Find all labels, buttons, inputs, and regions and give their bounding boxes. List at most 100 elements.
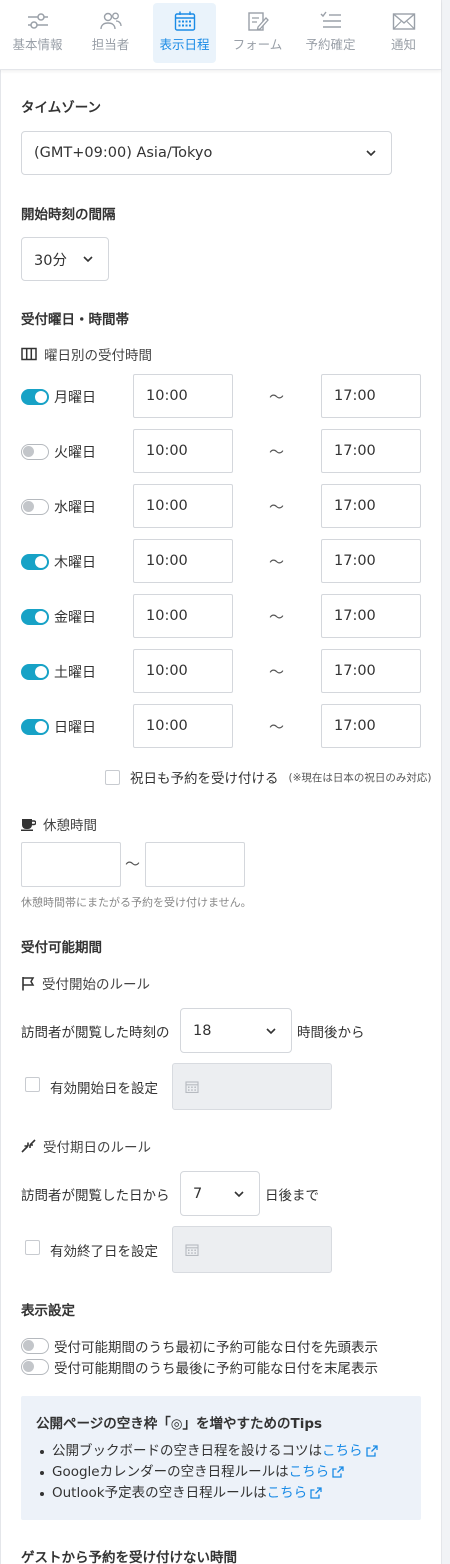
day-label: 水曜日 xyxy=(54,500,96,516)
start-time-input[interactable]: 10:00 xyxy=(133,429,233,473)
tab-notification[interactable]: 通知 xyxy=(372,3,435,63)
display-toggle[interactable] xyxy=(21,1359,49,1375)
start-hours-value: 18 xyxy=(193,1022,212,1039)
range-separator: 〜 xyxy=(269,608,285,626)
start-time-input[interactable]: 10:00 xyxy=(133,484,233,528)
range-separator: 〜 xyxy=(269,663,285,681)
form-edit-icon xyxy=(247,12,269,31)
range-separator: 〜 xyxy=(269,553,285,571)
day-toggle[interactable] xyxy=(21,664,49,680)
start-time-input[interactable]: 10:00 xyxy=(133,704,233,748)
end-days-select[interactable]: 7 xyxy=(180,1171,260,1216)
scrollbar-track[interactable] xyxy=(441,0,450,1564)
guest-block-title: ゲストから予約を受け付けない時間 xyxy=(21,1550,237,1564)
start-time-input[interactable]: 10:00 xyxy=(133,539,233,583)
timezone-title: タイムゾーン xyxy=(21,100,102,116)
end-time-input[interactable]: 17:00 xyxy=(321,429,421,473)
interval-select[interactable]: 30分 xyxy=(21,237,109,281)
tips-item: Googleカレンダーの空き日程ルールはこちら xyxy=(38,1462,378,1483)
tab-schedule[interactable]: 表示日程 xyxy=(153,3,216,63)
tab-label: 基本情報 xyxy=(12,37,63,52)
end-time-input[interactable]: 17:00 xyxy=(321,374,421,418)
end-date-picker[interactable] xyxy=(172,1226,332,1273)
tab-bar: 基本情報 担当者 表示日程 フォーム 予約確定 通知 xyxy=(0,0,441,70)
end-prefix: 訪問者が閲覧した日から xyxy=(21,1188,170,1204)
start-date-label: 有効開始日を設定 xyxy=(50,1081,158,1097)
range-separator: 〜 xyxy=(269,498,285,516)
start-date-checkbox[interactable] xyxy=(25,1077,40,1092)
end-time-input[interactable]: 17:00 xyxy=(321,539,421,583)
tips-list: 公開ブックボードの空き日程を設けるコツはこちら Googleカレンダーの空き日程… xyxy=(38,1441,378,1504)
timezone-value: (GMT+09:00) Asia/Tokyo xyxy=(34,145,213,161)
chevron-down-icon xyxy=(234,1190,244,1197)
break-end-input[interactable] xyxy=(145,842,245,887)
flag-icon xyxy=(22,976,35,990)
timezone-select[interactable]: (GMT+09:00) Asia/Tokyo xyxy=(21,131,392,175)
start-time-input[interactable]: 10:00 xyxy=(133,374,233,418)
end-days-value: 7 xyxy=(193,1185,203,1202)
holiday-checkbox[interactable] xyxy=(105,769,120,785)
interval-title: 開始時刻の間隔 xyxy=(21,207,116,223)
end-time-input[interactable]: 17:00 xyxy=(321,649,421,693)
reception-title: 受付曜日・時間帯 xyxy=(21,312,129,328)
chevron-down-icon xyxy=(366,150,376,157)
tips-link[interactable]: こちら xyxy=(322,1443,363,1459)
end-date-label: 有効終了日を設定 xyxy=(50,1244,158,1260)
holiday-option[interactable]: 祝日も予約を受け付ける (※現在は日本の祝日のみ対応) xyxy=(105,767,432,787)
interval-value: 30分 xyxy=(34,252,67,269)
day-label: 木曜日 xyxy=(54,555,96,571)
period-title: 受付可能期間 xyxy=(21,940,102,956)
break-time-title: 休憩時間 xyxy=(21,814,97,834)
day-toggle[interactable] xyxy=(21,499,49,515)
start-time-input[interactable]: 10:00 xyxy=(133,649,233,693)
tips-link[interactable]: こちら xyxy=(289,1464,330,1480)
day-row-wednesday: 水曜日 10:00 〜 17:00 xyxy=(21,484,421,528)
start-time-input[interactable]: 10:00 xyxy=(133,594,233,638)
display-toggle[interactable] xyxy=(21,1338,49,1354)
break-time-label: 休憩時間 xyxy=(43,818,97,834)
end-time-input[interactable]: 17:00 xyxy=(321,484,421,528)
tips-title: 公開ページの空き枠「◎」を増やすためのTips xyxy=(36,1416,323,1432)
day-row-sunday: 日曜日 10:00 〜 17:00 xyxy=(21,704,421,748)
end-time-input[interactable]: 17:00 xyxy=(321,704,421,748)
start-hours-select[interactable]: 18 xyxy=(180,1008,292,1053)
mail-icon xyxy=(392,13,415,30)
chevron-down-icon xyxy=(83,256,93,263)
end-time-input[interactable]: 17:00 xyxy=(321,594,421,638)
day-row-thursday: 木曜日 10:00 〜 17:00 xyxy=(21,539,421,583)
range-separator: 〜 xyxy=(125,855,141,873)
tab-form[interactable]: フォーム xyxy=(226,3,289,63)
day-toggle[interactable] xyxy=(21,389,49,405)
start-rule-label: 受付開始のルール xyxy=(42,977,150,993)
day-toggle[interactable] xyxy=(21,609,49,625)
end-rule-label: 受付期日のルール xyxy=(43,1140,151,1156)
frame-left-border xyxy=(0,0,1,1564)
start-date-picker[interactable] xyxy=(172,1063,332,1110)
day-toggle[interactable] xyxy=(21,719,49,735)
calendar-icon xyxy=(185,1244,199,1256)
tab-assignee[interactable]: 担当者 xyxy=(79,3,142,63)
end-suffix: 日後まで xyxy=(265,1188,319,1204)
tab-basic-info[interactable]: 基本情報 xyxy=(6,3,69,63)
tab-label: 担当者 xyxy=(91,37,130,52)
day-row-monday: 月曜日 10:00 〜 17:00 xyxy=(21,374,421,418)
day-toggle[interactable] xyxy=(21,554,49,570)
holiday-note: (※現在は日本の祝日のみ対応) xyxy=(288,771,432,784)
users-icon xyxy=(99,12,122,30)
tab-label: 予約確定 xyxy=(305,37,356,52)
external-link-icon xyxy=(365,1445,378,1457)
break-time-hint: 休憩時間帯にまたがる予約を受け付けません。 xyxy=(21,896,252,909)
end-date-checkbox[interactable] xyxy=(25,1240,40,1255)
tips-item: 公開ブックボードの空き日程を設けるコツはこちら xyxy=(38,1441,378,1462)
end-rule-title: 受付期日のルール xyxy=(21,1136,151,1156)
day-toggle[interactable] xyxy=(21,444,49,460)
tips-box: 公開ページの空き枠「◎」を増やすためのTips 公開ブックボードの空き日程を設け… xyxy=(21,1396,421,1520)
tips-link[interactable]: こちら xyxy=(267,1485,308,1501)
tab-confirm[interactable]: 予約確定 xyxy=(299,3,362,63)
break-start-input[interactable] xyxy=(21,842,121,887)
day-label: 土曜日 xyxy=(54,665,96,681)
weekly-hours-label: 曜日別の受付時間 xyxy=(44,348,152,364)
external-link-icon xyxy=(332,1466,344,1478)
tips-item: Outlook予定表の空き日程ルールはこちら xyxy=(38,1483,378,1504)
tab-label: 通知 xyxy=(390,37,416,52)
